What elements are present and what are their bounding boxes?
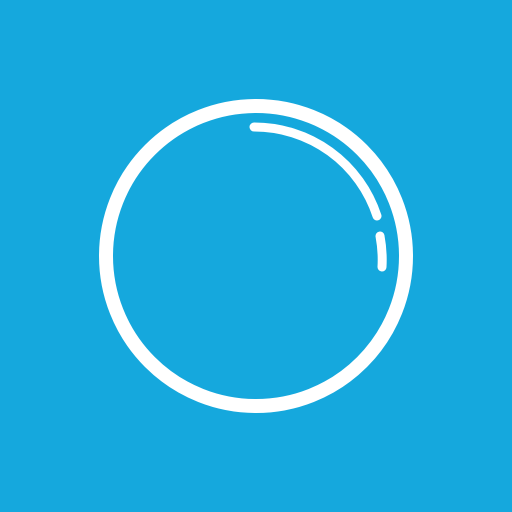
- bubble-icon: [0, 0, 512, 512]
- app-icon: [0, 0, 512, 512]
- bubble-highlight-dash: [375, 231, 387, 272]
- icon-background: [0, 0, 512, 512]
